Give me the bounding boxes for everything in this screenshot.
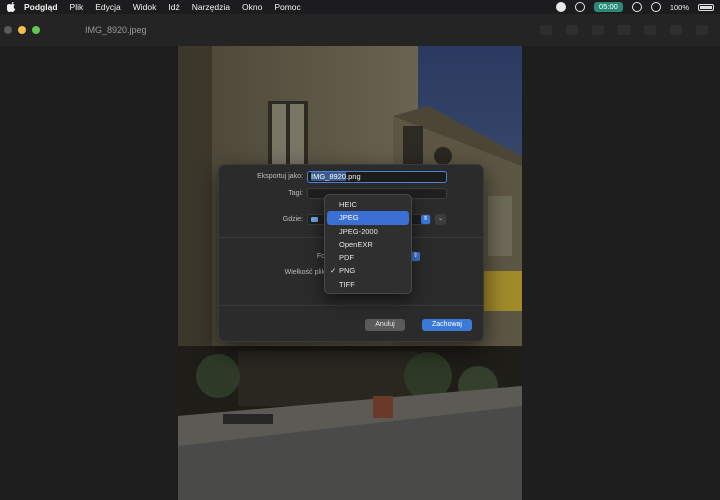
- expand-chevron-icon[interactable]: ⌄: [435, 214, 446, 225]
- format-option-heic[interactable]: HEIC: [327, 198, 409, 211]
- where-label: Gdzie:: [282, 216, 303, 223]
- status-creative-cloud-icon[interactable]: [575, 2, 586, 12]
- format-option-jpeg[interactable]: JPEG: [327, 211, 409, 225]
- cancel-button[interactable]: Anuluj: [365, 319, 405, 331]
- format-option-jpeg-2000[interactable]: JPEG-2000: [327, 225, 409, 238]
- battery-percent: 100%: [669, 2, 689, 12]
- menu-tools[interactable]: Narzędzia: [192, 2, 230, 12]
- minimize-window-icon[interactable]: [18, 26, 26, 34]
- format-chevron-icon[interactable]: ⇕: [411, 252, 420, 261]
- zoom-out-icon[interactable]: [566, 25, 578, 35]
- where-chevron-icon[interactable]: ⇕: [421, 215, 430, 224]
- search-icon[interactable]: [696, 25, 708, 35]
- window-controls: [4, 26, 40, 34]
- file-size-label: Wielkość pliku: [284, 269, 329, 276]
- filename-selected-text: IMG_8920: [311, 172, 347, 181]
- export-as-label: Eksportuj jako:: [257, 173, 303, 180]
- format-option-label: OpenEXR: [339, 239, 373, 249]
- apple-icon[interactable]: [6, 2, 16, 12]
- format-option-openexr[interactable]: OpenEXR: [327, 238, 409, 251]
- title-bar: IMG_8920.jpeg: [0, 14, 720, 46]
- format-option-label: PDF: [339, 253, 354, 263]
- format-option-tiff[interactable]: TIFF: [327, 278, 409, 291]
- folder-icon: [311, 217, 318, 222]
- menu-file[interactable]: Plik: [70, 2, 84, 12]
- divider: [219, 305, 483, 306]
- format-option-png[interactable]: ✓ PNG: [327, 264, 409, 277]
- format-dropdown-menu: HEIC JPEG JPEG-2000 OpenEXR PDF ✓ PNG TIF…: [324, 194, 412, 294]
- check-icon: ✓: [330, 266, 337, 276]
- maximize-window-icon[interactable]: [32, 26, 40, 34]
- info-icon[interactable]: [540, 25, 552, 35]
- filename-input[interactable]: IMG_8920.png: [307, 171, 447, 183]
- format-option-label: HEIC: [339, 200, 357, 209]
- menu-help[interactable]: Pomoc: [274, 2, 300, 12]
- status-moon-icon[interactable]: [631, 2, 642, 12]
- format-option-label: JPEG-2000: [339, 226, 378, 236]
- close-window-icon[interactable]: [4, 26, 12, 34]
- zoom-in-icon[interactable]: [592, 25, 604, 35]
- share-icon[interactable]: [618, 25, 630, 35]
- window-title: IMG_8920.jpeg: [85, 25, 147, 35]
- tags-label: Tagi:: [288, 190, 303, 197]
- toolbar-icons: [540, 25, 708, 35]
- menu-edit[interactable]: Edycja: [95, 2, 121, 12]
- battery-icon[interactable]: [698, 3, 714, 11]
- menu-bar: Podgląd Plik Edycja Widok Idź Narzędzia …: [0, 0, 720, 14]
- rotate-icon[interactable]: [670, 25, 682, 35]
- status-time-badge[interactable]: 05:00: [594, 2, 623, 12]
- menu-view[interactable]: Widok: [133, 2, 157, 12]
- save-button[interactable]: Zachowaj: [422, 319, 472, 331]
- status-dropbox-icon[interactable]: [650, 2, 661, 12]
- menu-app-name[interactable]: Podgląd: [24, 2, 58, 12]
- menu-window[interactable]: Okno: [242, 2, 262, 12]
- status-compass-icon[interactable]: [556, 2, 567, 12]
- format-option-label: TIFF: [339, 279, 355, 289]
- filename-extension: .png: [346, 172, 361, 181]
- format-option-label: JPEG: [339, 213, 359, 223]
- menu-go[interactable]: Idź: [168, 2, 179, 12]
- format-option-pdf[interactable]: PDF: [327, 251, 409, 264]
- format-option-label: PNG: [339, 266, 356, 276]
- markup-icon[interactable]: [644, 25, 656, 35]
